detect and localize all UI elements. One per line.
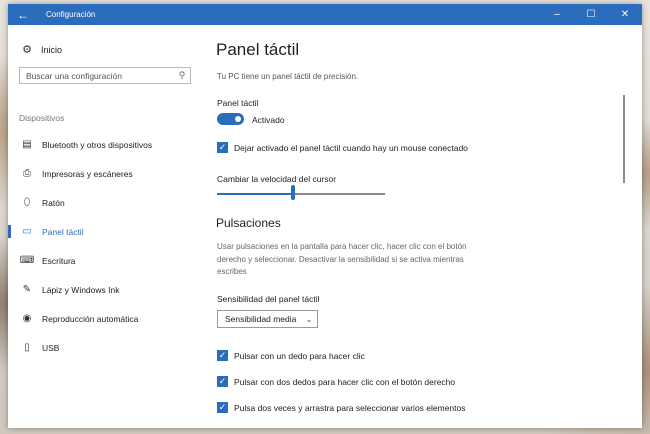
cursor-speed-label: Cambiar la velocidad del cursor [217,174,337,184]
sidebar-item-mouse[interactable]: ⬯ Ratón [8,188,200,217]
sidebar-item-label: Impresoras y escáneres [42,168,133,179]
touchpad-icon: ▭ [22,226,32,237]
search-placeholder: Buscar una configuración [26,70,122,81]
cursor-speed-slider[interactable] [217,193,385,195]
section-label: Dispositivos [19,113,65,123]
sensitivity-value: Sensibilidad media [225,314,297,324]
keyboard-icon: ⌨ [19,255,35,266]
minimize-button[interactable]: – [540,4,574,25]
slider-fill [217,193,293,195]
sidebar-item-label: Lápiz y Windows Ink [42,284,120,295]
checkmark-icon[interactable]: ✓ [217,376,228,387]
sidebar-item-label: USB [42,342,60,353]
sidebar-item-label: Ratón [42,197,65,208]
nav-list: ▤ Bluetooth y otros dispositivos ⎙ Impre… [8,130,200,362]
usb-icon: ▯ [24,342,30,353]
tap-option-label: Pulsar con un dedo para hacer clic [234,350,365,361]
sidebar-item-label: Reproducción automática [42,313,139,324]
printer-icon: ⎙ [23,168,31,179]
search-icon: ⚲ [178,70,186,80]
touchpad-toggle[interactable] [217,113,244,125]
toggle-state-label: Activado [252,115,285,125]
leave-on-checkbox-row[interactable]: ✓ Dejar activado el panel táctil cuando … [217,142,468,153]
sidebar-item-autoplay[interactable]: ◉ Reproducción automática [8,304,200,333]
tap-option-double-tap-drag[interactable]: ✓ Pulsa dos veces y arrastra para selecc… [217,402,466,413]
page-title: Panel táctil [216,40,300,59]
toggle-knob [235,116,241,122]
tap-option-label: Pulsar con dos dedos para hacer clic con… [234,376,456,387]
sidebar-item-usb[interactable]: ▯ USB [8,333,200,362]
window-title: Configuración [46,10,96,19]
search-input[interactable]: Buscar una configuración ⚲ [19,67,191,84]
autoplay-icon: ◉ [22,313,32,324]
sensitivity-label: Sensibilidad del panel táctil [217,294,320,304]
slider-thumb[interactable] [291,185,295,200]
sidebar-item-pen[interactable]: ✎ Lápiz y Windows Ink [8,275,200,304]
gear-icon: ⚙ [22,44,32,56]
sidebar-item-label: Bluetooth y otros dispositivos [42,139,153,150]
close-button[interactable]: ✕ [608,4,642,25]
sidebar-item-typing[interactable]: ⌨ Escritura [8,246,200,275]
checkmark-icon[interactable]: ✓ [217,350,228,361]
home-link[interactable]: ⚙ Inicio [19,43,62,56]
sidebar-item-printers[interactable]: ⎙ Impresoras y escáneres [8,159,200,188]
sidebar-item-bluetooth[interactable]: ▤ Bluetooth y otros dispositivos [8,130,200,159]
taps-description: Usar pulsaciones en la pantalla para hac… [217,242,467,276]
sidebar-item-touchpad[interactable]: ▭ Panel táctil [8,217,200,246]
leave-on-label: Dejar activado el panel táctil cuando ha… [234,142,468,153]
touchpad-label: Panel táctil [217,98,259,108]
tap-option-two-finger[interactable]: ✓ Pulsar con dos dedos para hacer clic c… [217,376,455,387]
pen-icon: ✎ [22,284,32,295]
tap-option-label: Pulsa dos veces y arrastra para seleccio… [234,402,466,413]
sidebar: ⚙ Inicio Buscar una configuración ⚲ Disp… [8,25,200,428]
back-button[interactable]: ← [8,4,38,25]
bluetooth-devices-icon: ▤ [22,139,32,150]
sensitivity-dropdown[interactable]: Sensibilidad media ⌄ [217,310,318,328]
arrow-left-icon: ← [17,7,29,22]
chevron-down-icon: ⌄ [305,314,313,324]
home-label: Inicio [41,44,63,55]
sidebar-item-label: Panel táctil [42,226,84,237]
page-subtitle: Tu PC tiene un panel táctil de precisión… [217,72,359,81]
maximize-button[interactable]: ☐ [574,4,608,25]
scrollbar[interactable] [623,95,625,183]
checkmark-icon[interactable]: ✓ [217,402,228,413]
mouse-icon: ⬯ [23,197,31,208]
taps-heading: Pulsaciones [216,216,281,230]
main-content: Panel táctil Tu PC tiene un panel táctil… [216,25,628,428]
settings-window: ← Configuración – ☐ ✕ ⚙ Inicio Buscar un… [8,4,642,428]
title-bar: ← Configuración – ☐ ✕ [8,4,642,25]
sidebar-item-label: Escritura [42,255,76,266]
checkmark-icon[interactable]: ✓ [217,142,228,153]
tap-option-one-finger[interactable]: ✓ Pulsar con un dedo para hacer clic [217,350,365,361]
